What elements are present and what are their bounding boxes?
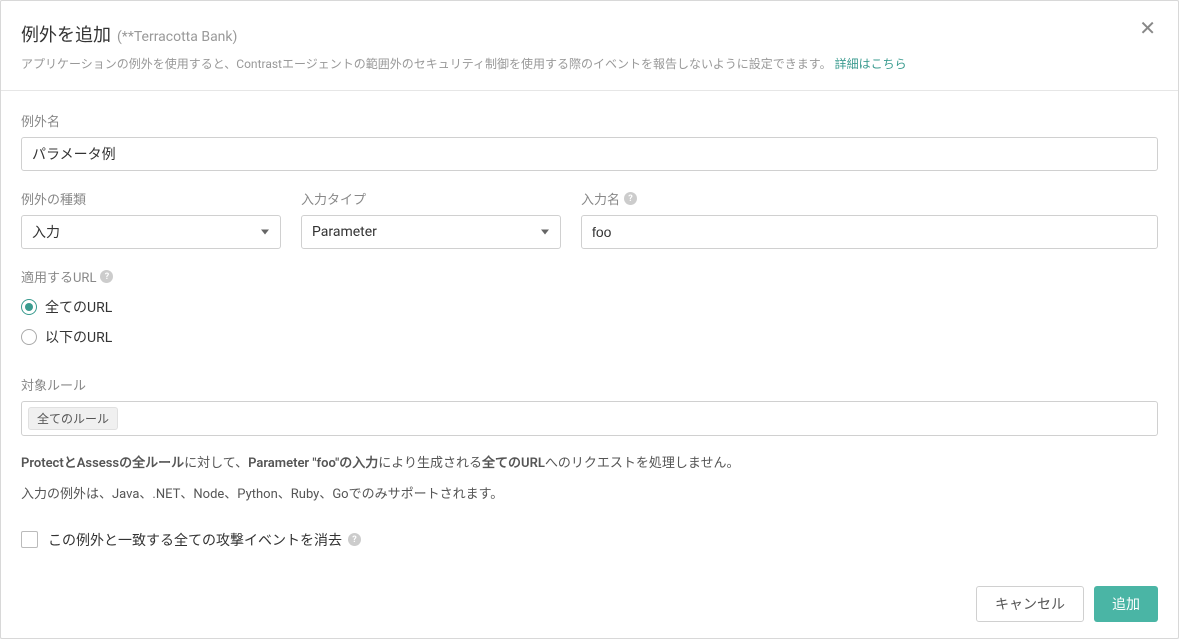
target-rules-input[interactable]: 全てのルール: [21, 401, 1158, 436]
apply-url-label: 適用するURL ?: [21, 267, 1158, 286]
radio-icon: [21, 329, 37, 345]
help-icon[interactable]: ?: [624, 192, 637, 205]
delete-events-checkbox[interactable]: [21, 531, 38, 548]
radio-all-urls-label: 全てのURL: [45, 297, 112, 317]
exception-type-label: 例外の種類: [21, 189, 281, 208]
radio-following-urls-label: 以下のURL: [45, 327, 112, 347]
input-name-field[interactable]: [581, 215, 1158, 249]
support-text: 入力の例外は、Java、.NET、Node、Python、Ruby、Goでのみサ…: [21, 485, 1158, 506]
radio-following-urls[interactable]: 以下のURL: [21, 327, 1158, 347]
delete-events-label: この例外と一致する全ての攻撃イベントを消去 ?: [48, 530, 361, 550]
help-icon[interactable]: ?: [348, 533, 361, 546]
exception-type-value: 入力: [32, 222, 60, 242]
input-type-label: 入力タイプ: [301, 189, 561, 208]
rule-tag[interactable]: 全てのルール: [28, 407, 118, 430]
details-link[interactable]: 詳細はこちら: [835, 57, 907, 71]
exception-name-label: 例外名: [21, 111, 1158, 130]
modal-body: 例外名 例外の種類 入力 入力タイプ Parameter: [1, 91, 1178, 570]
target-rules-label: 対象ルール: [21, 375, 1158, 394]
add-exception-modal: ✕ 例外を追加 (**Terracotta Bank) アプリケーションの例外を…: [0, 0, 1179, 639]
modal-title: 例外を追加: [21, 21, 111, 47]
modal-description: アプリケーションの例外を使用すると、Contrastエージェントの範囲外のセキュ…: [21, 55, 1158, 74]
summary-text: ProtectとAssessの全ルールに対して、Parameter "foo"の…: [21, 454, 1158, 475]
description-text: アプリケーションの例外を使用すると、Contrastエージェントの範囲外のセキュ…: [21, 57, 832, 71]
input-type-value: Parameter: [312, 224, 377, 240]
modal-header: 例外を追加 (**Terracotta Bank) アプリケーションの例外を使用…: [1, 1, 1178, 90]
app-name: (**Terracotta Bank): [117, 29, 237, 45]
close-button[interactable]: ✕: [1139, 19, 1156, 39]
close-icon: ✕: [1139, 18, 1156, 40]
exception-name-input[interactable]: [21, 137, 1158, 171]
exception-type-select[interactable]: 入力: [21, 215, 281, 249]
radio-all-urls[interactable]: 全てのURL: [21, 297, 1158, 317]
input-type-select[interactable]: Parameter: [301, 215, 561, 249]
radio-icon: [21, 299, 37, 315]
input-name-label: 入力名 ?: [581, 189, 1158, 208]
help-icon[interactable]: ?: [100, 270, 113, 283]
